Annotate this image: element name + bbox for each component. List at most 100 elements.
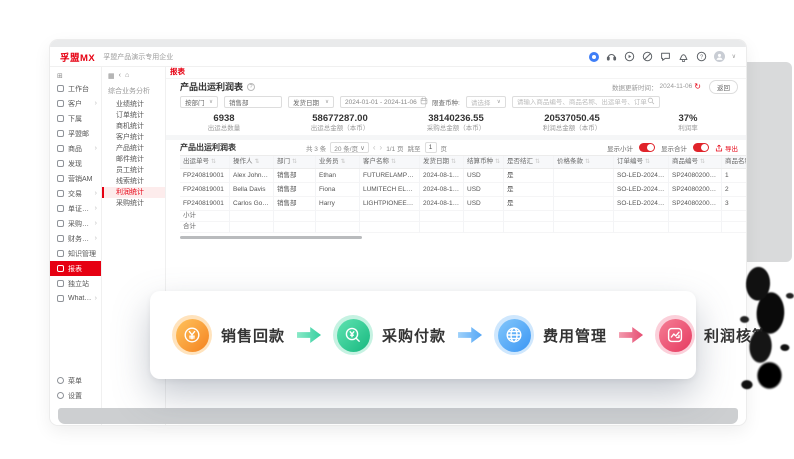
sidebar-bottom-item[interactable]: 菜单 — [50, 373, 101, 388]
stat-label: 出运总数量 — [166, 124, 282, 133]
column-header[interactable]: 价格条款⇅ — [554, 156, 614, 168]
show-subtotal-toggle[interactable] — [639, 143, 655, 152]
bell-icon[interactable] — [678, 51, 689, 62]
sidebar-item-icon — [57, 190, 64, 197]
column-header[interactable]: 部门⇅ — [274, 156, 316, 168]
page-size-select[interactable]: 20 条/页∨ — [330, 142, 369, 153]
question-circle-icon[interactable]: ? — [247, 83, 255, 91]
sidebar-bottom: 菜单 设置 — [50, 373, 101, 403]
search-input-field[interactable] — [517, 99, 647, 106]
submenu-item[interactable]: 员工统计 — [102, 165, 165, 176]
sort-icon[interactable]: ⇅ — [451, 156, 456, 168]
sidebar-item[interactable]: 孚盟邮 — [50, 126, 101, 141]
column-header[interactable]: 出运单号⇅ — [180, 156, 230, 168]
phone-icon[interactable] — [642, 51, 653, 62]
sort-icon[interactable]: ⇅ — [585, 156, 590, 168]
primary-sidebar: ⊞ 工作台 客户 › 下属 孚盟邮 — [50, 67, 102, 425]
next-page-icon[interactable]: › — [380, 144, 383, 152]
submenu-item[interactable]: 商机统计 — [102, 121, 165, 132]
filter-row: 按部门∨ 发货日期∨ 2024-01-01 - 2024-11-06 限查币种: — [166, 94, 746, 110]
sidebar-item-icon — [57, 145, 64, 152]
caret-down-icon: ∨ — [360, 144, 365, 152]
help-icon[interactable]: ? — [696, 51, 707, 62]
sidebar-item-icon — [57, 85, 64, 92]
sidebar-item[interactable]: 营销AM — [50, 171, 101, 186]
sidebar-item[interactable]: 单证服务 › — [50, 201, 101, 216]
collapse-left-icon[interactable]: ‹ — [119, 72, 121, 79]
jump-unit: 页 — [441, 143, 448, 153]
sidebar-item[interactable]: 报表 — [50, 261, 101, 276]
dept-input[interactable] — [224, 96, 282, 108]
column-header[interactable]: 商品名称⇅ — [722, 156, 746, 168]
sidebar-collapse-icon[interactable]: ⊞ — [50, 70, 101, 81]
sidebar-item[interactable]: 下属 — [50, 111, 101, 126]
sidebar-item[interactable]: 商品 › — [50, 141, 101, 156]
submenu-item[interactable]: 邮件统计 — [102, 154, 165, 165]
yen-coin-icon — [176, 319, 209, 352]
submenu-item[interactable]: 业绩统计 — [102, 99, 165, 110]
sidebar-item[interactable]: 发现 — [50, 156, 101, 171]
sidebar-bottom-item[interactable]: 设置 — [50, 388, 101, 403]
column-header[interactable]: 发货日期⇅ — [420, 156, 464, 168]
sidebar-item[interactable]: 交易 › — [50, 186, 101, 201]
jump-page-input[interactable] — [425, 142, 437, 153]
dept-type-select[interactable]: 按部门∨ — [180, 96, 218, 108]
sidebar-item[interactable]: 客户 › — [50, 96, 101, 111]
back-button[interactable]: 返回 — [709, 80, 738, 94]
search-icon[interactable] — [647, 97, 655, 107]
sidebar-item[interactable]: 知识管理 — [50, 246, 101, 261]
theme-dot-icon[interactable] — [589, 52, 599, 62]
sidebar-item[interactable]: 采购管理 › — [50, 216, 101, 231]
table-row[interactable]: FP240819001 Bella Davis 销售部 Fiona LUMITE… — [180, 183, 746, 197]
sort-icon[interactable]: ⇅ — [211, 156, 216, 168]
grid-icon[interactable]: ▦ — [108, 72, 115, 80]
column-header[interactable]: 是否结汇⇅ — [504, 156, 554, 168]
video-icon[interactable] — [624, 51, 635, 62]
search-input[interactable] — [512, 96, 660, 108]
column-header[interactable]: 客户名称⇅ — [360, 156, 420, 168]
submenu-item[interactable]: 采购统计 — [102, 198, 165, 209]
refresh-icon[interactable]: ↻ — [694, 83, 701, 91]
dept-input-field[interactable] — [229, 99, 277, 106]
horizontal-scrollbar[interactable] — [180, 236, 362, 239]
caret-down-icon: ∨ — [322, 99, 329, 105]
sort-icon[interactable]: ⇅ — [495, 156, 500, 168]
sort-icon[interactable]: ⇅ — [255, 156, 260, 168]
sort-icon[interactable]: ⇅ — [292, 156, 297, 168]
column-header[interactable]: 订单编号⇅ — [614, 156, 669, 168]
headset-icon[interactable] — [606, 51, 617, 62]
submenu-item[interactable]: 利润统计 — [102, 187, 165, 198]
sort-icon[interactable]: ⇅ — [645, 156, 650, 168]
submenu-item[interactable]: 订单统计 — [102, 110, 165, 121]
date-range-picker[interactable]: 2024-01-01 - 2024-11-06 — [340, 96, 426, 108]
column-header[interactable]: 结算币种⇅ — [464, 156, 504, 168]
sidebar-item[interactable]: WhatsAp... › — [50, 291, 101, 306]
sidebar-item[interactable]: 工作台 — [50, 81, 101, 96]
sort-icon[interactable]: ⇅ — [341, 156, 346, 168]
export-button[interactable]: 导出 — [715, 143, 738, 153]
table-row[interactable]: FP240819001 Carlos Gomez 销售部 Harry LIGHT… — [180, 197, 746, 211]
chat-icon[interactable] — [660, 51, 671, 62]
submenu-item[interactable]: 线索统计 — [102, 176, 165, 187]
currency-select[interactable]: 请选择∨ — [466, 96, 506, 108]
column-header[interactable]: 业务员⇅ — [316, 156, 360, 168]
sort-icon[interactable]: ⇅ — [391, 156, 396, 168]
table-toolbar: 产品出运利润表 共 3 条 20 条/页∨ ‹ › 1/1 页 跳至 页 — [166, 140, 746, 155]
prev-page-icon[interactable]: ‹ — [373, 144, 376, 152]
sidebar-item[interactable]: 独立站 — [50, 276, 101, 291]
column-header[interactable]: 商品编号⇅ — [669, 156, 722, 168]
sort-icon[interactable]: ⇅ — [700, 156, 705, 168]
submenu-item[interactable]: 客户统计 — [102, 132, 165, 143]
home-icon[interactable]: ⌂ — [125, 72, 129, 79]
table-row[interactable]: FP240819001 Alex Johnson 销售部 Ethan FUTUR… — [180, 169, 746, 183]
sort-icon[interactable]: ⇅ — [535, 156, 540, 168]
tab-reports[interactable]: 报表 — [170, 66, 185, 77]
user-avatar[interactable] — [714, 51, 725, 62]
chevron-down-icon[interactable]: ∨ — [732, 53, 736, 60]
date-type-select[interactable]: 发货日期∨ — [288, 96, 334, 108]
submenu-item[interactable]: 产品统计 — [102, 143, 165, 154]
show-total-toggle[interactable] — [693, 143, 709, 152]
sidebar-item[interactable]: 财务管理 › — [50, 231, 101, 246]
column-header[interactable]: 操作人⇅ — [230, 156, 274, 168]
sidebar-bottom-icon — [57, 392, 64, 399]
